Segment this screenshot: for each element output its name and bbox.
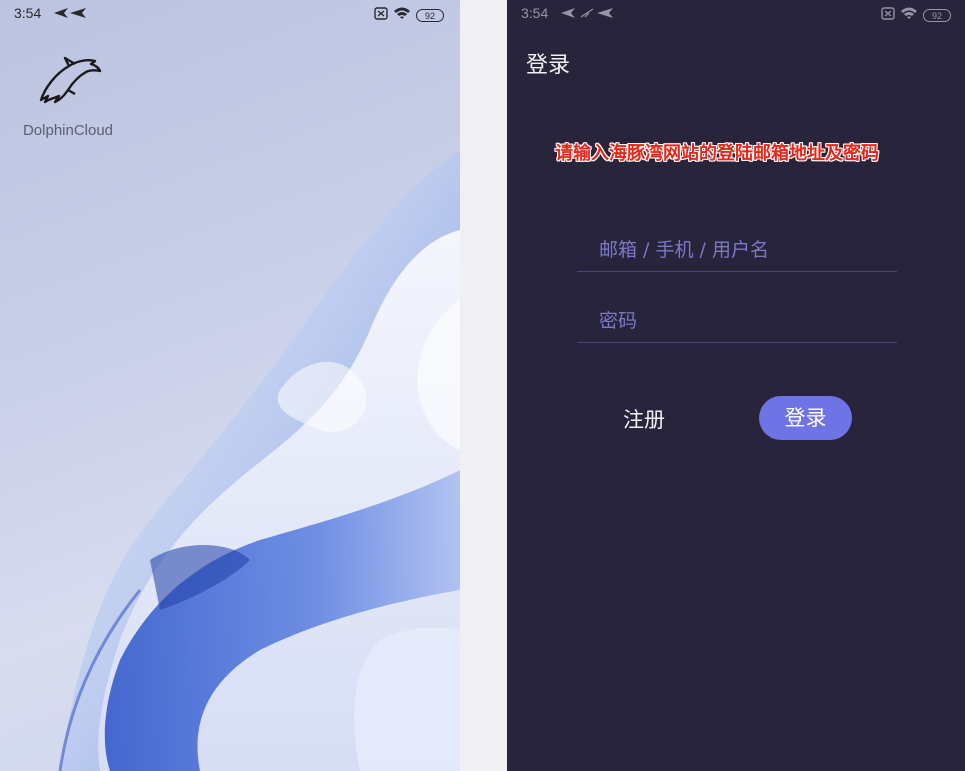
login-button[interactable]: 登录 (759, 396, 852, 440)
password-input[interactable] (597, 304, 891, 338)
register-button[interactable]: 注册 (623, 404, 665, 434)
status-bar: 3:54 92 (0, 0, 460, 28)
dolphin-icon (33, 52, 103, 110)
status-time: 3:54 (521, 5, 549, 21)
app-label: DolphinCloud (22, 122, 114, 139)
navigation-arrows-icon (559, 7, 619, 19)
username-field (577, 227, 897, 272)
login-screen: 3:54 92 登录 请输入海豚湾网站的登陆邮箱地址及密码 注册 登录 (507, 0, 965, 771)
wifi-icon (393, 6, 411, 24)
login-hint-text: 请输入海豚湾网站的登陆邮箱地址及密码 (555, 143, 879, 164)
sim-icon (374, 6, 388, 24)
status-time: 3:54 (14, 5, 42, 21)
status-bar: 3:54 92 (507, 0, 965, 28)
username-input[interactable] (597, 233, 891, 267)
wifi-icon (900, 6, 918, 24)
battery-icon: 92 (416, 8, 444, 22)
sim-icon (881, 6, 895, 24)
page-title: 登录 (526, 53, 571, 78)
password-field (577, 298, 897, 343)
navigation-arrows-icon (52, 7, 90, 19)
status-icons: 92 (881, 6, 951, 24)
battery-icon: 92 (923, 8, 951, 22)
status-icons: 92 (374, 6, 444, 24)
home-screen: 3:54 92 DolphinCloud (0, 0, 460, 771)
app-icon-dolphincloud[interactable]: DolphinCloud (18, 52, 118, 139)
